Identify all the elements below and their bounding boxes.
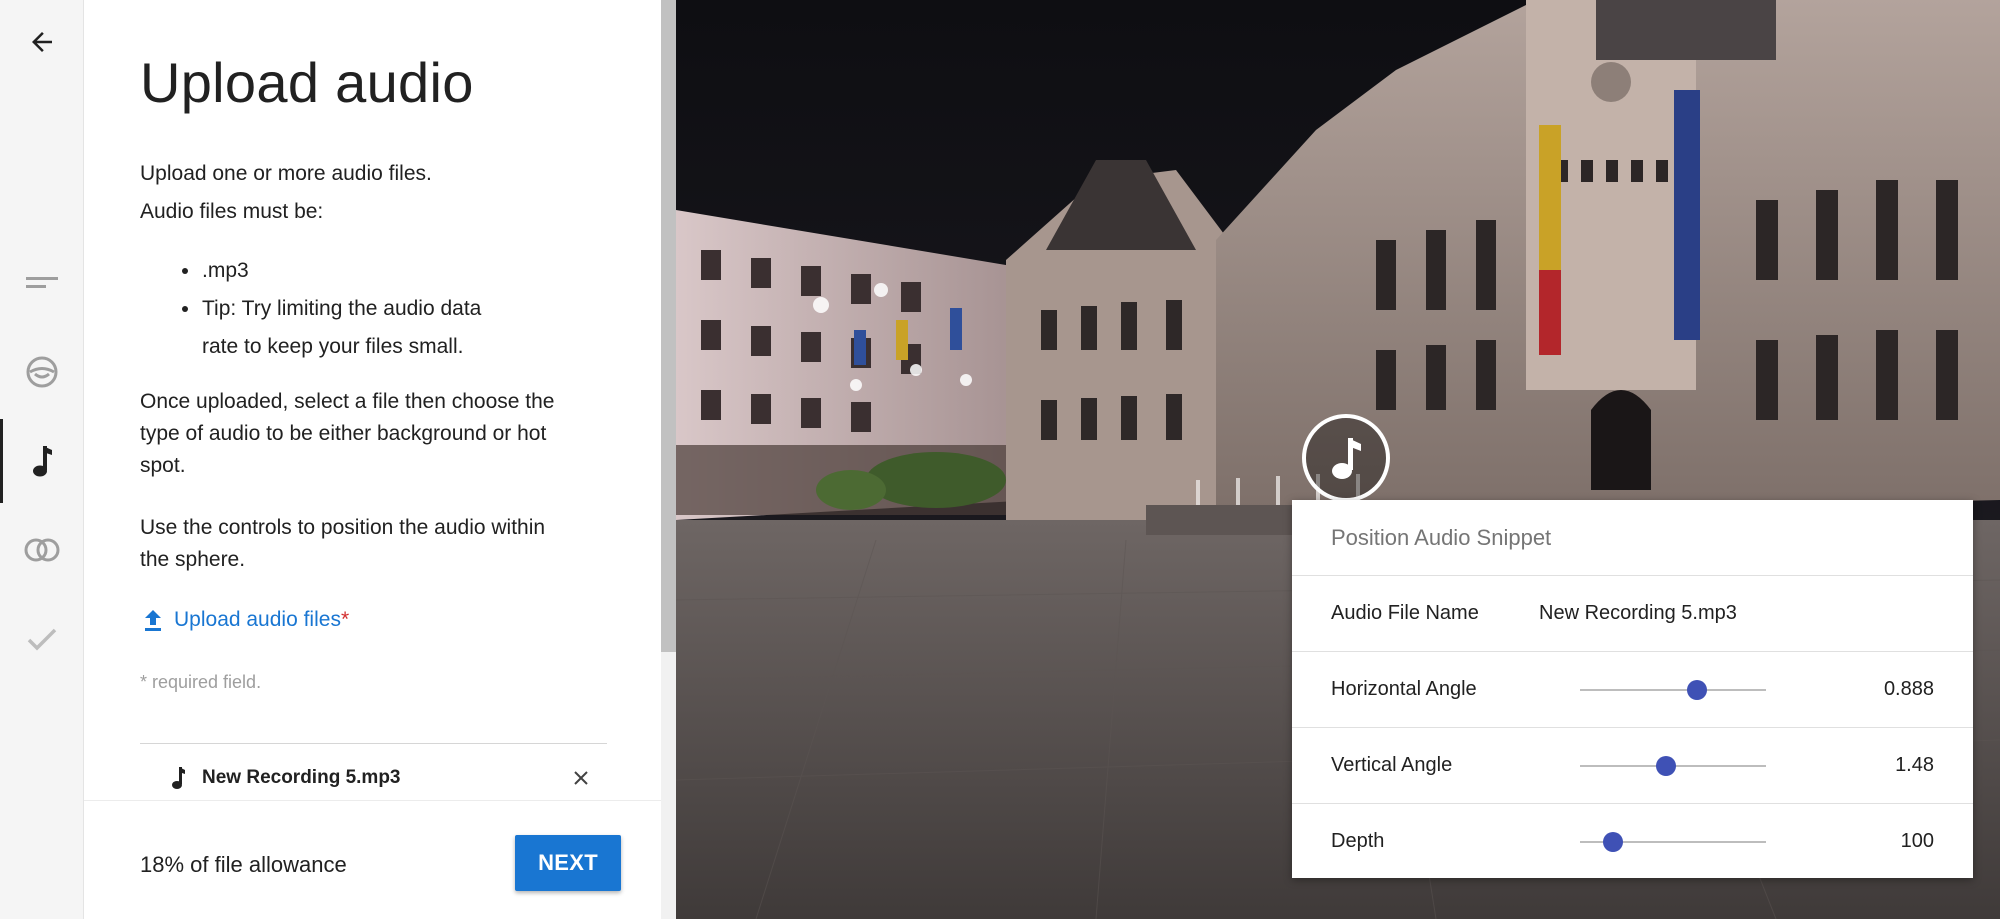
vertical-angle-row: Vertical Angle 1.48: [1292, 728, 1973, 804]
file-name-value: New Recording 5.mp3: [1539, 602, 1737, 624]
panel-scrollbar[interactable]: [661, 0, 676, 919]
panel-footer: 18% of file allowance NEXT: [84, 800, 661, 919]
rail-details-button[interactable]: [0, 241, 84, 325]
vr-headset-icon: [26, 356, 58, 388]
requirement-item: Tip: Try limiting the audio data rate to…: [182, 290, 522, 366]
horizontal-angle-row: Horizontal Angle 0.888: [1292, 652, 1973, 728]
intro-text: Upload one or more audio files.: [140, 162, 432, 185]
upload-audio-link[interactable]: Upload audio files*: [142, 608, 349, 632]
horizontal-angle-knob[interactable]: [1687, 680, 1708, 700]
nav-rail: [0, 0, 84, 919]
depth-slider[interactable]: [1580, 832, 1766, 852]
music-note-icon: [172, 767, 185, 789]
details-icon: [26, 277, 58, 288]
vertical-angle-label: Vertical Angle: [1331, 754, 1453, 776]
file-allowance: 18% of file allowance: [140, 852, 347, 877]
horizontal-angle-slider[interactable]: [1580, 680, 1766, 700]
horizontal-angle-value: 0.888: [1883, 678, 1934, 700]
file-name-label: Audio File Name: [1331, 602, 1479, 624]
instructions-paragraph: Once uploaded, select a file then choose…: [140, 390, 555, 477]
link-rings-icon: [24, 538, 60, 562]
upload-audio-label: Upload audio files*: [174, 608, 350, 631]
panel-content: Upload audio Upload one or more audio fi…: [84, 0, 661, 800]
file-name: New Recording 5.mp3: [202, 767, 401, 788]
vertical-angle-value: 1.48: [1895, 754, 1934, 776]
page-title: Upload audio: [140, 51, 474, 114]
audio-hotspot-marker[interactable]: [1302, 414, 1390, 502]
card-title: Position Audio Snippet: [1292, 500, 1973, 576]
next-button[interactable]: NEXT: [515, 835, 621, 891]
file-list-item[interactable]: New Recording 5.mp3: [140, 752, 607, 800]
rail-link-button[interactable]: [0, 508, 84, 592]
depth-label: Depth: [1331, 830, 1385, 852]
required-star: *: [340, 608, 350, 631]
checkmark-icon: [27, 628, 57, 651]
upload-panel: Upload audio Upload one or more audio fi…: [84, 0, 661, 919]
rail-finish-button[interactable]: [0, 597, 84, 681]
back-arrow-icon: [32, 32, 52, 52]
controls-paragraph: Use the controls to position the audio w…: [140, 516, 546, 571]
file-name-row: Audio File Name New Recording 5.mp3: [1292, 576, 1973, 652]
requirements-heading: Audio files must be:: [140, 200, 324, 223]
position-audio-card: Position Audio Snippet Audio File Name N…: [1292, 500, 1973, 878]
requirement-item: .mp3: [182, 252, 522, 290]
required-note: * required field.: [140, 672, 262, 692]
music-note-icon: [1332, 438, 1361, 479]
scrollbar-thumb[interactable]: [661, 0, 676, 652]
vertical-angle-knob[interactable]: [1655, 756, 1676, 776]
horizontal-angle-label: Horizontal Angle: [1331, 678, 1477, 700]
music-note-icon: [33, 446, 52, 477]
upload-icon: [145, 610, 161, 631]
divider: [140, 743, 607, 744]
depth-knob[interactable]: [1603, 832, 1624, 852]
remove-file-button[interactable]: [569, 766, 593, 790]
depth-row: Depth 100: [1292, 804, 1973, 880]
requirements-list: .mp3 Tip: Try limiting the audio data ra…: [182, 252, 522, 366]
back-button[interactable]: [0, 0, 84, 84]
rail-vr-button[interactable]: [0, 330, 84, 414]
close-icon: [574, 771, 588, 785]
rail-audio-button[interactable]: [0, 419, 84, 503]
depth-value: 100: [1900, 830, 1934, 852]
vertical-angle-slider[interactable]: [1580, 756, 1766, 776]
